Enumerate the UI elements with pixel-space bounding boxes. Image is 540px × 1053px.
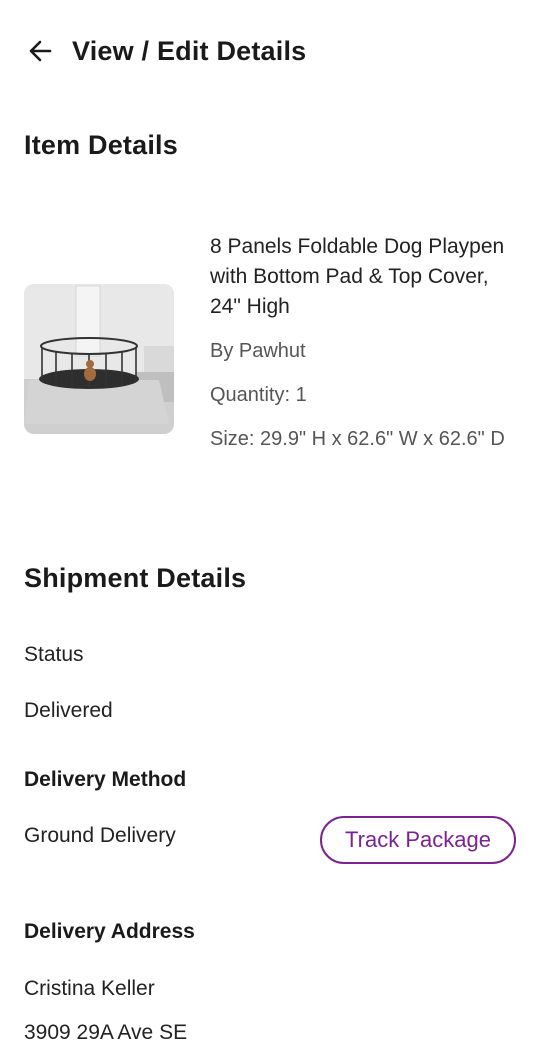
item-name[interactable]: 8 Panels Foldable Dog Playpen with Botto…: [210, 232, 520, 322]
item-details-heading: Item Details: [24, 130, 178, 160]
address-name: Cristina Keller: [24, 977, 155, 1000]
track-package-button[interactable]: Track Package: [320, 816, 516, 864]
address-line-1: 3909 29A Ave SE: [24, 1021, 188, 1044]
back-button[interactable]: [28, 34, 62, 68]
item-info: 8 Panels Foldable Dog Playpen with Botto…: [210, 232, 520, 454]
product-image[interactable]: [24, 284, 174, 434]
delivery-address-label: Delivery Address: [24, 920, 195, 943]
item-quantity: Quantity: 1: [210, 384, 307, 406]
arrow-left-icon: [29, 40, 52, 62]
item-size: Size: 29.9" H x 62.6" W x 62.6" D: [210, 428, 505, 450]
item-card: 8 Panels Foldable Dog Playpen with Botto…: [24, 232, 524, 492]
status-label: Status: [24, 643, 84, 666]
page-header: View / Edit Details: [24, 30, 306, 72]
delivery-method-label: Delivery Method: [24, 768, 187, 791]
page-title: View / Edit Details: [72, 35, 307, 66]
status-value: Delivered: [24, 699, 113, 722]
delivery-method-value: Ground Delivery: [24, 824, 176, 847]
item-brand: By Pawhut: [210, 340, 306, 362]
dog-playpen-image: [24, 284, 174, 434]
shipment-details-heading: Shipment Details: [24, 563, 247, 593]
